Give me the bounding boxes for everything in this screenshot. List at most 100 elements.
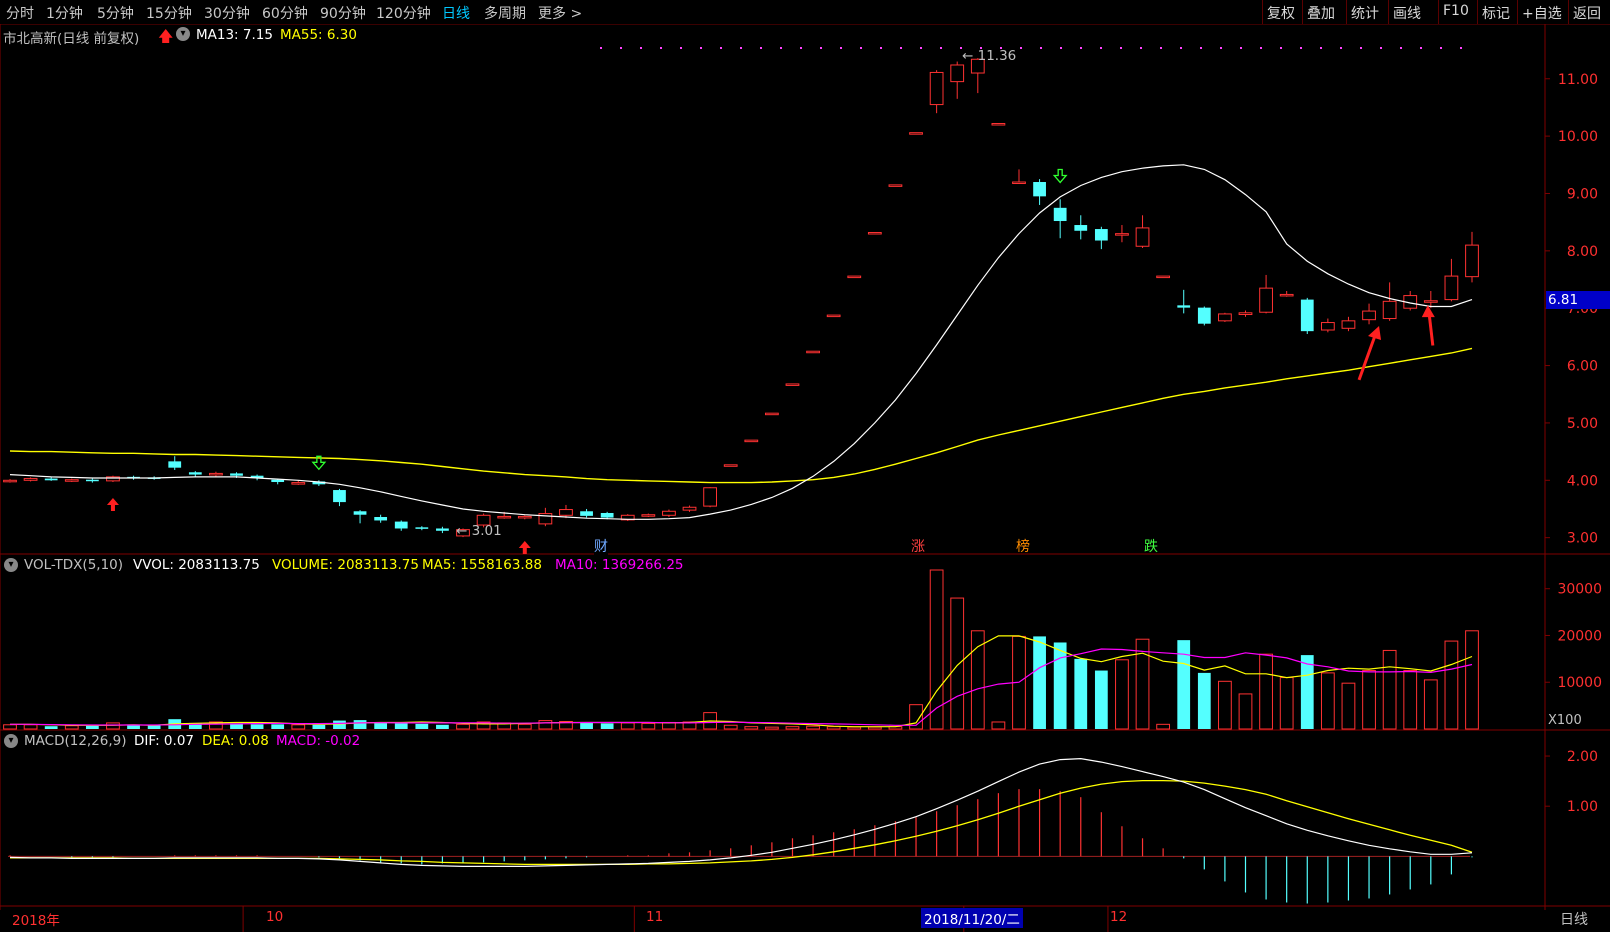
vol-toggle-icon[interactable]: ▾ (4, 558, 18, 572)
candle-body-down (353, 511, 367, 515)
macd-tick-label: 1.00 (1567, 799, 1598, 815)
candle-body-up (847, 275, 862, 279)
candle-body-up (3, 479, 17, 483)
top-dot (740, 47, 742, 49)
event-tag-limit-up[interactable]: 涨 (911, 536, 925, 556)
macd-name: MACD(12,26,9) (24, 733, 127, 749)
candle-body-up (950, 64, 965, 83)
volume-bar-up (1423, 679, 1438, 730)
volume-bar-up (1403, 670, 1418, 730)
top-dot (1080, 47, 1082, 49)
volume-bar-down (415, 723, 429, 729)
volume-bar-down (353, 720, 367, 729)
top-dot (1360, 47, 1362, 49)
volume-bar-up (1362, 670, 1376, 730)
price-tick-label: 5.00 (1567, 416, 1598, 432)
vol-ma5-label: MA5: 1558163.88 (422, 557, 542, 573)
candle-body-up (682, 506, 697, 511)
ma55-label: MA55: 6.30 (280, 27, 357, 43)
top-dot (880, 47, 882, 49)
candle-body-up (929, 71, 944, 106)
top-dot (1400, 47, 1402, 49)
price-tick-label: 6.00 (1567, 359, 1598, 375)
volume-bar-up (291, 724, 306, 730)
axis-month-11: 11 (646, 909, 664, 925)
toggle-icon[interactable]: ▾ (176, 27, 190, 41)
volume-bar-down (1053, 642, 1067, 729)
candle-body-down (1197, 307, 1211, 324)
candle-body-up (826, 314, 841, 318)
top-dot (1300, 47, 1302, 49)
top-dot (1020, 47, 1022, 49)
candle-body-down (44, 478, 58, 481)
candle-body-up (1218, 313, 1232, 322)
buy-signal-arrow-icon (106, 498, 119, 512)
price-tick-label: 4.00 (1567, 473, 1598, 489)
volume-bar-down (394, 723, 408, 729)
low-annotation: ← 3.01 (456, 523, 502, 539)
candle-body-down (436, 528, 449, 531)
candle-body-up (1156, 275, 1171, 279)
top-dot (820, 47, 822, 49)
event-tag-drop[interactable]: 跌 (1144, 536, 1158, 556)
event-tag-board[interactable]: 榜 (1016, 536, 1030, 556)
kline-chart[interactable]: 11.0010.009.008.007.006.005.004.003.0030… (0, 0, 1610, 932)
current-price-box: 6.81 (1546, 291, 1610, 309)
candle-body-up (909, 132, 923, 135)
top-dot (920, 47, 922, 49)
candle-body-down (1074, 225, 1088, 231)
candle-body-down (1177, 305, 1191, 308)
macd-toggle-icon[interactable]: ▾ (4, 734, 18, 748)
candle-body-down (415, 527, 429, 529)
candle-body-down (580, 511, 593, 516)
candle-body-up (1135, 227, 1150, 247)
axis-year-label: 2018年 (12, 913, 60, 929)
top-dot (1380, 47, 1382, 49)
candle-body-down (85, 479, 99, 482)
volume-bar-up (950, 597, 965, 730)
vvol-label: VVOL: 2083113.75 (133, 557, 260, 573)
volume-bar-up (23, 724, 38, 730)
volume-bar-down (44, 726, 58, 729)
top-dot (1140, 47, 1142, 49)
top-dot (860, 47, 862, 49)
candle-body-up (1444, 275, 1459, 301)
volume-bar-down (600, 723, 614, 729)
top-dot (1420, 47, 1422, 49)
ma13-line (9, 164, 1473, 520)
volume-bar-down (250, 724, 264, 729)
volume-bar-down (1094, 670, 1108, 729)
vol-ma10-label: MA10: 1369266.25 (555, 557, 684, 573)
candle-body-up (1238, 312, 1253, 316)
volume-bar-down (85, 725, 99, 729)
candle-body-up (641, 514, 656, 517)
candle-body-down (374, 517, 388, 521)
top-dot (620, 47, 622, 49)
vol-ma5-line (10, 635, 1473, 728)
top-dot (1040, 47, 1042, 49)
volume-bar-down (1074, 658, 1088, 729)
top-dot (680, 47, 682, 49)
volume-bar-up (538, 720, 553, 730)
vol-ma10-line (10, 648, 1473, 726)
macd-tick-label: 2.00 (1567, 749, 1598, 765)
volume-bar-up (517, 723, 532, 730)
candle-body-down (230, 473, 243, 476)
event-tag-finance[interactable]: 财 (594, 536, 608, 556)
candle-body-up (1012, 181, 1026, 185)
candle-body-up (662, 510, 676, 516)
candle-body-up (291, 482, 306, 485)
candle-body-up (1279, 293, 1294, 297)
top-dot (1120, 47, 1122, 49)
candle-body-down (271, 479, 285, 483)
top-dot (1060, 47, 1062, 49)
top-dot (800, 47, 802, 49)
volume-bar-up (806, 725, 820, 730)
candle-body-up (991, 123, 1006, 126)
candle-body-up (744, 439, 759, 443)
top-dot (1240, 47, 1242, 49)
volume-bar-up (765, 726, 779, 730)
volume-bar-up (785, 726, 800, 730)
candle-body-up (1362, 310, 1376, 321)
top-dot (720, 47, 722, 49)
